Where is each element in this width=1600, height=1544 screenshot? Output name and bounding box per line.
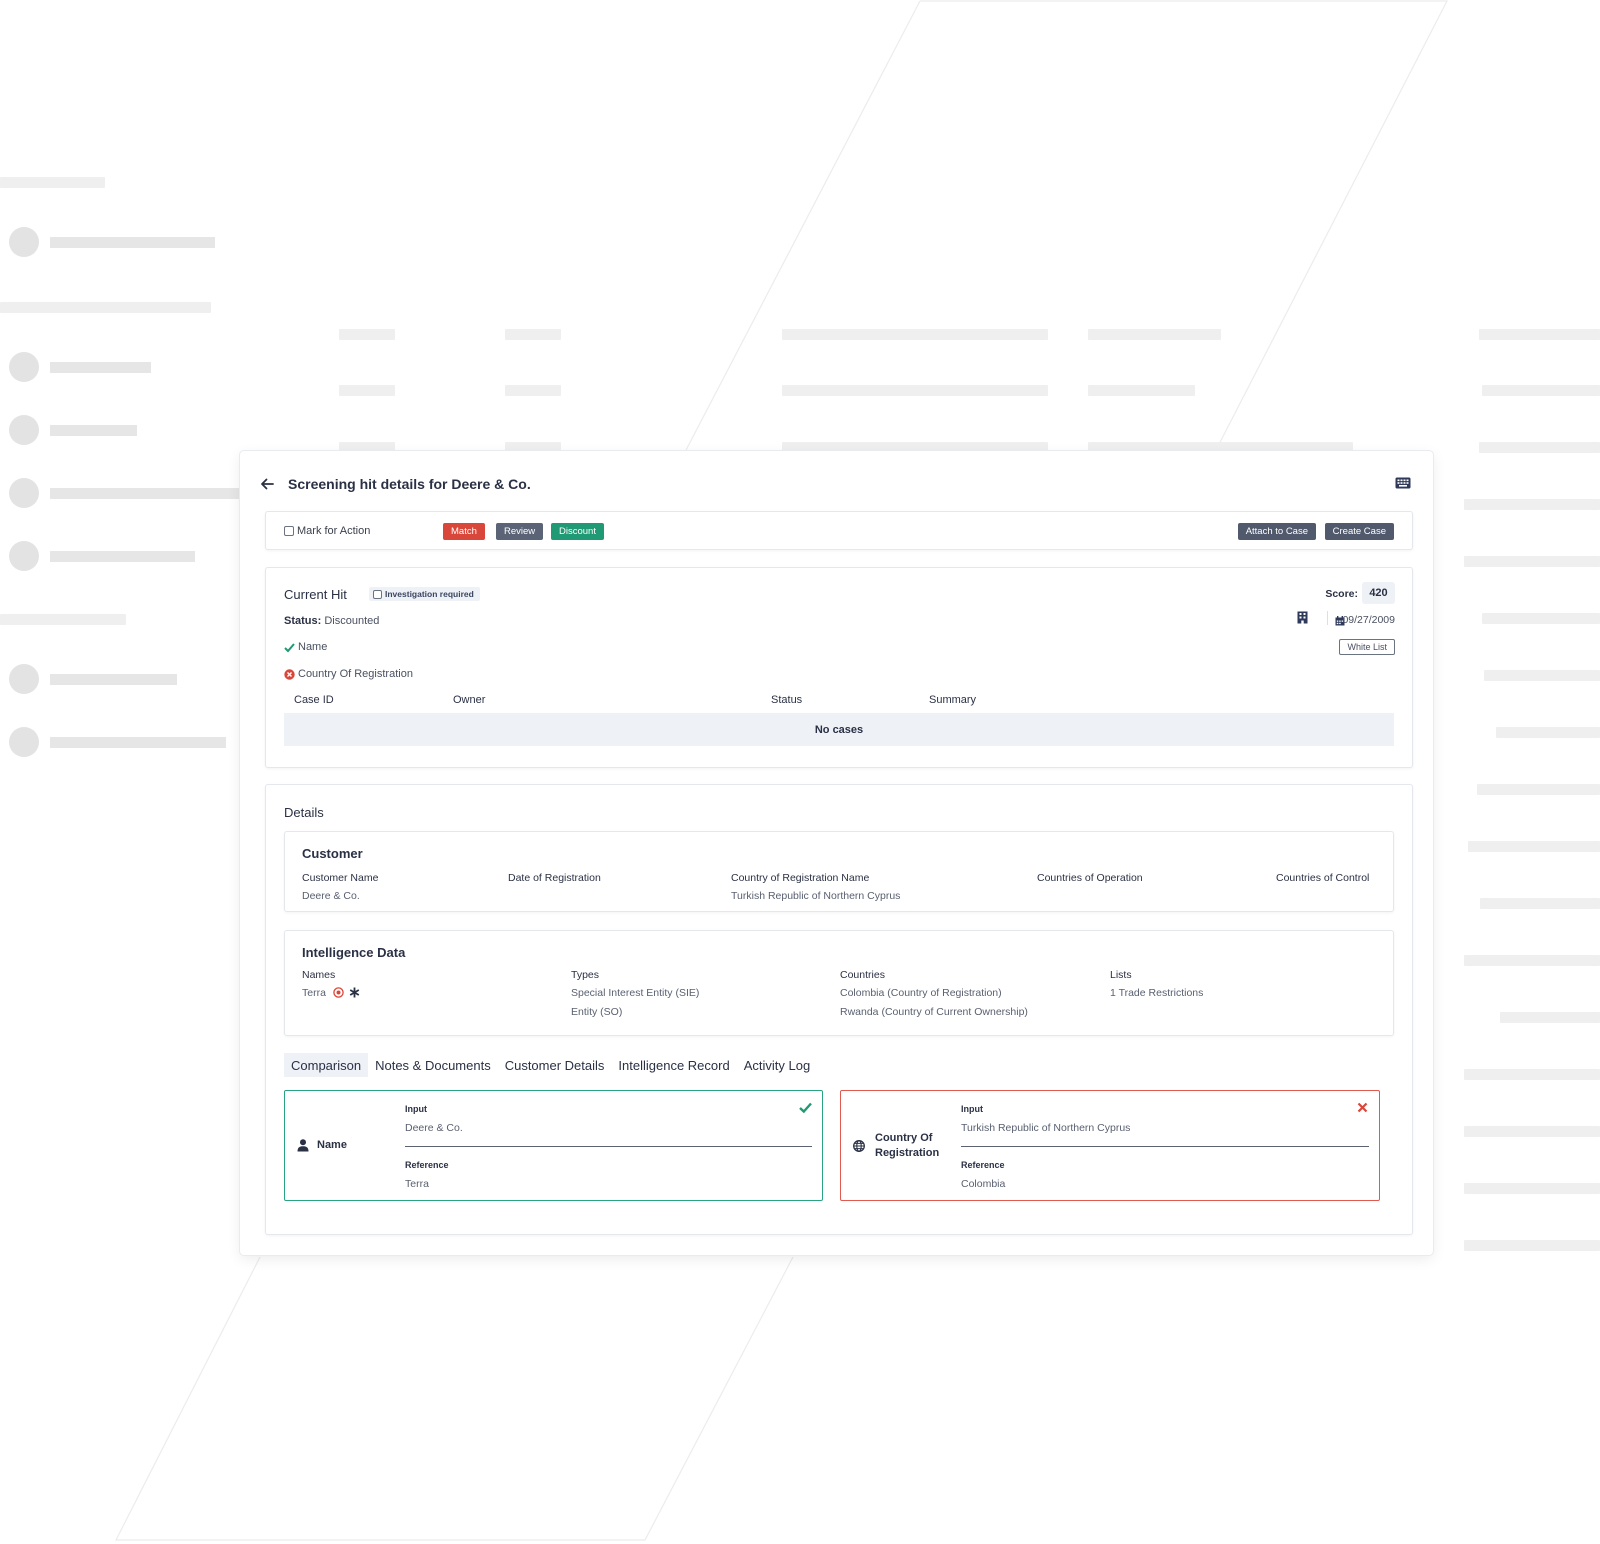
- names-label: Names: [302, 969, 336, 981]
- comparison-name-input-label: Input: [405, 1104, 427, 1114]
- comparison-country-field-line2: Registration: [875, 1147, 940, 1159]
- names-value-text: Terra: [302, 987, 326, 999]
- criteria-name-label: Name: [298, 641, 328, 653]
- tab-comparison[interactable]: Comparison: [284, 1053, 369, 1077]
- comparison-country-card: Country Of Registration Input Turkish Re…: [840, 1090, 1380, 1201]
- create-case-button[interactable]: Create Case: [1324, 523, 1394, 540]
- building-icon: [1297, 611, 1308, 624]
- comparison-name-reference-value: Terra: [405, 1178, 429, 1190]
- review-button[interactable]: Review: [496, 523, 544, 540]
- cases-empty-row: No cases: [284, 713, 1394, 746]
- discount-button[interactable]: Discount: [551, 523, 604, 540]
- investigation-required-label: Investigation required: [385, 589, 474, 599]
- user-icon: [297, 1139, 309, 1152]
- countries-of-control-label: Countries of Control: [1276, 872, 1370, 884]
- keyboard-icon[interactable]: [1395, 476, 1411, 489]
- date-of-registration-label: Date of Registration: [508, 872, 601, 884]
- globe-icon: [853, 1139, 865, 1152]
- target-icon: [333, 987, 344, 998]
- comparison-country-input-value: Turkish Republic of Northern Cyprus: [961, 1122, 1131, 1134]
- details-panel: Details Customer Customer Name Deere & C…: [265, 784, 1413, 1235]
- tab-intelligence-record[interactable]: Intelligence Record: [611, 1053, 736, 1077]
- details-title: Details: [284, 805, 324, 820]
- screening-hit-card: Screening hit details for Deere & Co. Ma…: [240, 451, 1433, 1255]
- customer-panel: Customer Customer Name Deere & Co. Date …: [284, 831, 1394, 912]
- comparison-name-field: Name: [317, 1139, 347, 1151]
- asterisk-icon: [349, 987, 360, 998]
- countries-label: Countries: [840, 969, 885, 981]
- header-divider: [1327, 611, 1328, 625]
- types-label: Types: [571, 969, 600, 981]
- comparison-country-divider: [961, 1146, 1369, 1147]
- white-list-button[interactable]: White List: [1339, 639, 1395, 655]
- comparison-country-reference-label: Reference: [961, 1160, 1005, 1170]
- mark-for-action-checkbox[interactable]: [284, 526, 294, 536]
- customer-name-value: Deere & Co.: [302, 890, 360, 902]
- tab-notes-documents[interactable]: Notes & Documents: [368, 1053, 498, 1077]
- criteria-name: Name: [284, 641, 327, 653]
- types-value-1: Special Interest Entity (SIE): [571, 987, 700, 999]
- countries-value-1: Colombia (Country of Registration): [840, 987, 1002, 999]
- types-value-2: Entity (SO): [571, 1006, 623, 1018]
- comparison-country-reference-value: Colombia: [961, 1178, 1006, 1190]
- intelligence-title: Intelligence Data: [302, 945, 406, 960]
- cases-header-owner: Owner: [453, 694, 486, 706]
- status-label: Status:: [284, 615, 322, 627]
- cases-header-case-id: Case ID: [294, 694, 334, 706]
- investigation-required[interactable]: Investigation required: [369, 587, 480, 601]
- hit-date: 09/27/2009: [1342, 614, 1395, 626]
- criteria-country: Country Of Registration: [284, 668, 413, 680]
- action-bar: Mark for Action Match Review Discount At…: [265, 511, 1413, 550]
- lists-value: 1 Trade Restrictions: [1110, 987, 1204, 999]
- tab-activity-log[interactable]: Activity Log: [737, 1053, 817, 1077]
- error-circle-icon: [284, 668, 295, 680]
- detail-tabs: Comparison Notes & Documents Customer De…: [284, 1053, 817, 1077]
- investigation-required-checkbox[interactable]: [373, 589, 382, 599]
- check-icon: [284, 642, 295, 653]
- mark-for-action-label: Mark for Action: [297, 525, 371, 537]
- intelligence-panel: Intelligence Data Names Terra Types Spec…: [284, 930, 1394, 1036]
- countries-of-operation-label: Countries of Operation: [1037, 872, 1143, 884]
- customer-name-label: Customer Name: [302, 872, 379, 884]
- cases-header-summary: Summary: [929, 694, 977, 706]
- current-hit-panel: Current Hit Investigation required Score…: [265, 567, 1413, 768]
- status-line: Status: Discounted: [284, 615, 379, 627]
- country-of-registration-name-value: Turkish Republic of Northern Cyprus: [731, 890, 901, 902]
- comparison-country-input-label: Input: [961, 1104, 983, 1114]
- tab-customer-details[interactable]: Customer Details: [498, 1053, 612, 1077]
- country-of-registration-name-label: Country of Registration Name: [731, 872, 870, 884]
- match-button[interactable]: Match: [443, 523, 485, 540]
- comparison-name-input-value: Deere & Co.: [405, 1122, 463, 1134]
- check-icon: [799, 1101, 812, 1114]
- comparison-name-reference-label: Reference: [405, 1160, 449, 1170]
- cases-header-status: Status: [771, 694, 803, 706]
- current-hit-title: Current Hit: [284, 587, 347, 602]
- card-header: Screening hit details for Deere & Co.: [260, 473, 1413, 495]
- lists-label: Lists: [1110, 969, 1132, 981]
- page-title: Screening hit details for Deere & Co.: [288, 476, 531, 492]
- score-label: Score:: [1325, 588, 1358, 600]
- back-arrow-icon[interactable]: [260, 475, 278, 493]
- close-icon: [1356, 1101, 1369, 1114]
- attach-to-case-button[interactable]: Attach to Case: [1237, 523, 1316, 540]
- countries-value-2: Rwanda (Country of Current Ownership): [840, 1006, 1028, 1018]
- criteria-country-label: Country Of Registration: [298, 668, 413, 680]
- names-value: Terra: [302, 987, 360, 999]
- mark-for-action[interactable]: Mark for Action: [284, 525, 370, 537]
- comparison-name-card: Name Input Deere & Co. Reference Terra: [284, 1090, 823, 1201]
- comparison-country-field-line1: Country Of: [875, 1132, 933, 1144]
- status-value: Discounted: [324, 615, 380, 627]
- score-value: 420: [1362, 582, 1395, 604]
- comparison-name-divider: [405, 1146, 812, 1147]
- customer-title: Customer: [302, 846, 363, 861]
